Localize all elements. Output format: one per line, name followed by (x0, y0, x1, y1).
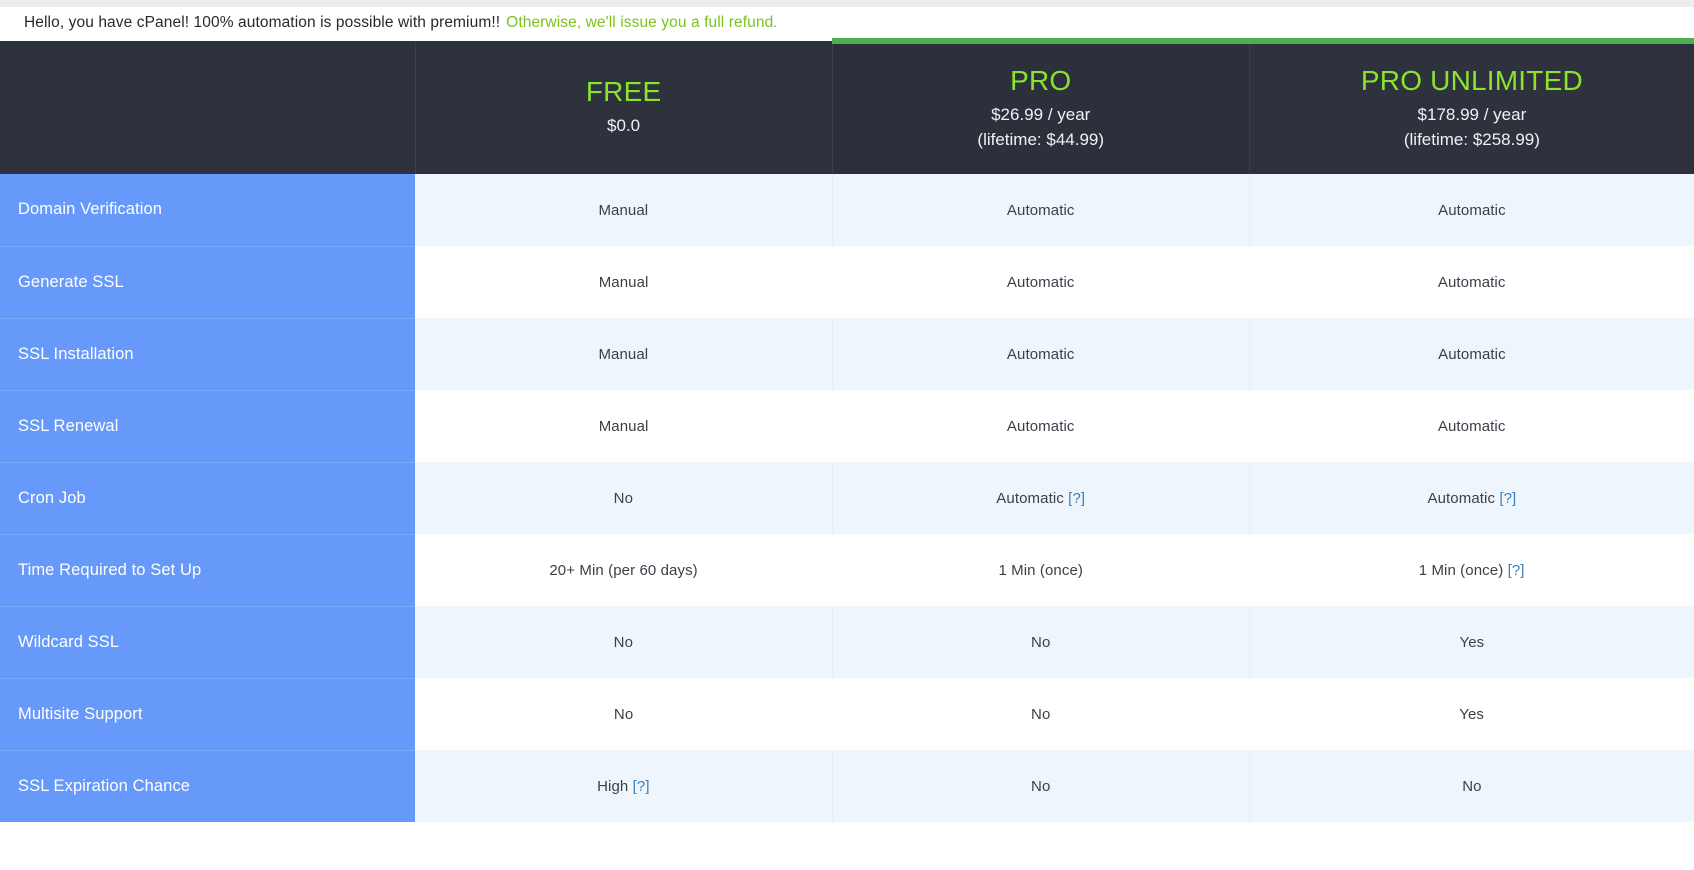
cell-free: High [?] (415, 750, 833, 822)
cell-pro-unlimited: No (1248, 750, 1694, 822)
cell-pro-unlimited: 1 Min (once) [?] (1249, 534, 1694, 606)
plan-header-pro[interactable]: PRO $26.99 / year (lifetime: $44.99) (831, 38, 1250, 174)
feature-label: SSL Renewal (0, 390, 416, 463)
cell-pro-text: Automatic (1006, 345, 1075, 363)
cell-pro-text: Automatic (1006, 201, 1075, 219)
cell-pro: Automatic (831, 174, 1250, 246)
cell-free: Manual (415, 174, 833, 246)
cell-pro-unlimited-text: 1 Min (once) (1418, 561, 1508, 579)
cell-pro-unlimited: Yes (1248, 606, 1694, 678)
cell-pro-text: No (1031, 777, 1051, 795)
window-top-strip (0, 0, 1694, 7)
plan-name-free: FREE (585, 76, 662, 108)
plan-price-free: $0.0 (607, 116, 641, 136)
cell-pro-text: 1 Min (once) (998, 561, 1084, 579)
cell-pro-text: No (1031, 633, 1051, 651)
cell-pro-unlimited: Yes (1249, 678, 1694, 750)
cell-pro: 1 Min (once) (832, 534, 1250, 606)
help-icon[interactable]: [?] (633, 778, 650, 795)
cell-free-text: No (613, 705, 634, 723)
plan-name-pro: PRO (1010, 65, 1072, 97)
help-icon[interactable]: [?] (1068, 490, 1085, 507)
plan-name-pro-unlimited: PRO UNLIMITED (1360, 65, 1583, 97)
plan-price-pro-unlimited: $178.99 / year (1417, 105, 1527, 125)
cell-free-text: No (613, 633, 634, 651)
cell-pro-text: Automatic (996, 489, 1069, 507)
cell-pro-unlimited-text: Automatic (1427, 489, 1500, 507)
feature-column-header (0, 41, 416, 174)
cell-pro: No (832, 678, 1250, 750)
pricing-table-header: FREE $0.0 PRO $26.99 / year (lifetime: $… (0, 38, 1694, 174)
plan-header-row: FREE $0.0 PRO $26.99 / year (lifetime: $… (0, 38, 1694, 174)
feature-label: Generate SSL (0, 246, 416, 319)
cell-free: Manual (415, 390, 833, 462)
promo-banner-message: Hello, you have cPanel! 100% automation … (24, 13, 501, 31)
feature-label: SSL Installation (0, 318, 416, 391)
table-row: Domain Verification Manual Automatic Aut… (0, 174, 1694, 247)
plan-price-pro: $26.99 / year (991, 105, 1091, 125)
feature-label: Domain Verification (0, 174, 416, 247)
cell-free-text: Manual (598, 201, 649, 219)
cell-free: Manual (415, 318, 833, 390)
feature-label: Wildcard SSL (0, 606, 416, 679)
cell-free: Manual (415, 246, 833, 318)
pricing-table-body: Domain Verification Manual Automatic Aut… (0, 174, 1694, 822)
cell-free-text: No (613, 489, 634, 507)
promo-banner: Hello, you have cPanel! 100% automation … (0, 7, 1694, 38)
cell-pro-unlimited: Automatic (1248, 174, 1694, 246)
feature-label: Cron Job (0, 462, 416, 535)
cell-free-text: 20+ Min (per 60 days) (549, 561, 698, 579)
cell-pro-text: No (1031, 705, 1051, 723)
plan-header-free[interactable]: FREE $0.0 (414, 41, 833, 174)
feature-label: Time Required to Set Up (0, 534, 416, 607)
cell-pro-unlimited-text: Automatic (1438, 201, 1506, 219)
cell-pro: Automatic (831, 318, 1250, 390)
plan-header-pro-unlimited[interactable]: PRO UNLIMITED $178.99 / year (lifetime: … (1248, 38, 1694, 174)
cell-pro: Automatic (832, 390, 1250, 462)
table-row: Multisite Support No No Yes (0, 678, 1694, 751)
pricing-comparison-table: FREE $0.0 PRO $26.99 / year (lifetime: $… (0, 38, 1694, 822)
table-row: Generate SSL Manual Automatic Automatic (0, 246, 1694, 319)
table-row: SSL Expiration Chance High [?] No No (0, 750, 1694, 822)
table-row: Wildcard SSL No No Yes (0, 606, 1694, 679)
table-row: SSL Renewal Manual Automatic Automatic (0, 390, 1694, 463)
cell-pro-unlimited-text: Yes (1459, 705, 1485, 723)
cell-pro-unlimited: Automatic [?] (1248, 462, 1694, 534)
cell-pro-unlimited: Automatic (1249, 390, 1694, 462)
cell-pro-unlimited-text: Automatic (1437, 417, 1506, 435)
cell-pro: No (831, 750, 1250, 822)
cell-free-text: Manual (598, 417, 649, 435)
feature-label: Multisite Support (0, 678, 416, 751)
cell-pro-text: Automatic (1006, 417, 1075, 435)
cell-pro: Automatic (832, 246, 1250, 318)
cell-free: 20+ Min (per 60 days) (415, 534, 833, 606)
cell-pro-unlimited: Automatic (1248, 318, 1694, 390)
cell-free-text: Manual (598, 273, 649, 291)
cell-pro-unlimited-text: No (1462, 777, 1482, 795)
cell-pro: Automatic [?] (831, 462, 1250, 534)
cell-free: No (415, 462, 833, 534)
cell-pro-unlimited: Automatic (1249, 246, 1694, 318)
cell-free-text: Manual (598, 345, 649, 363)
cell-pro: No (831, 606, 1250, 678)
table-row: Cron Job No Automatic [?] Automatic [?] (0, 462, 1694, 535)
help-icon[interactable]: [?] (1499, 490, 1516, 507)
plan-lifetime-pro-unlimited: (lifetime: $258.99) (1403, 130, 1540, 150)
cell-free: No (415, 606, 833, 678)
table-row: SSL Installation Manual Automatic Automa… (0, 318, 1694, 391)
cell-pro-unlimited-text: Automatic (1437, 273, 1506, 291)
plan-lifetime-pro: (lifetime: $44.99) (977, 130, 1105, 150)
refund-link[interactable]: Otherwise, we'll issue you a full refund… (506, 14, 778, 32)
cell-free: No (415, 678, 833, 750)
help-icon[interactable]: [?] (1508, 562, 1525, 579)
cell-pro-text: Automatic (1006, 273, 1075, 291)
feature-label: SSL Expiration Chance (0, 750, 416, 822)
cell-pro-unlimited-text: Yes (1459, 633, 1485, 651)
cell-pro-unlimited-text: Automatic (1438, 345, 1506, 363)
table-row: Time Required to Set Up 20+ Min (per 60 … (0, 534, 1694, 607)
cell-free-text: High (597, 777, 633, 795)
